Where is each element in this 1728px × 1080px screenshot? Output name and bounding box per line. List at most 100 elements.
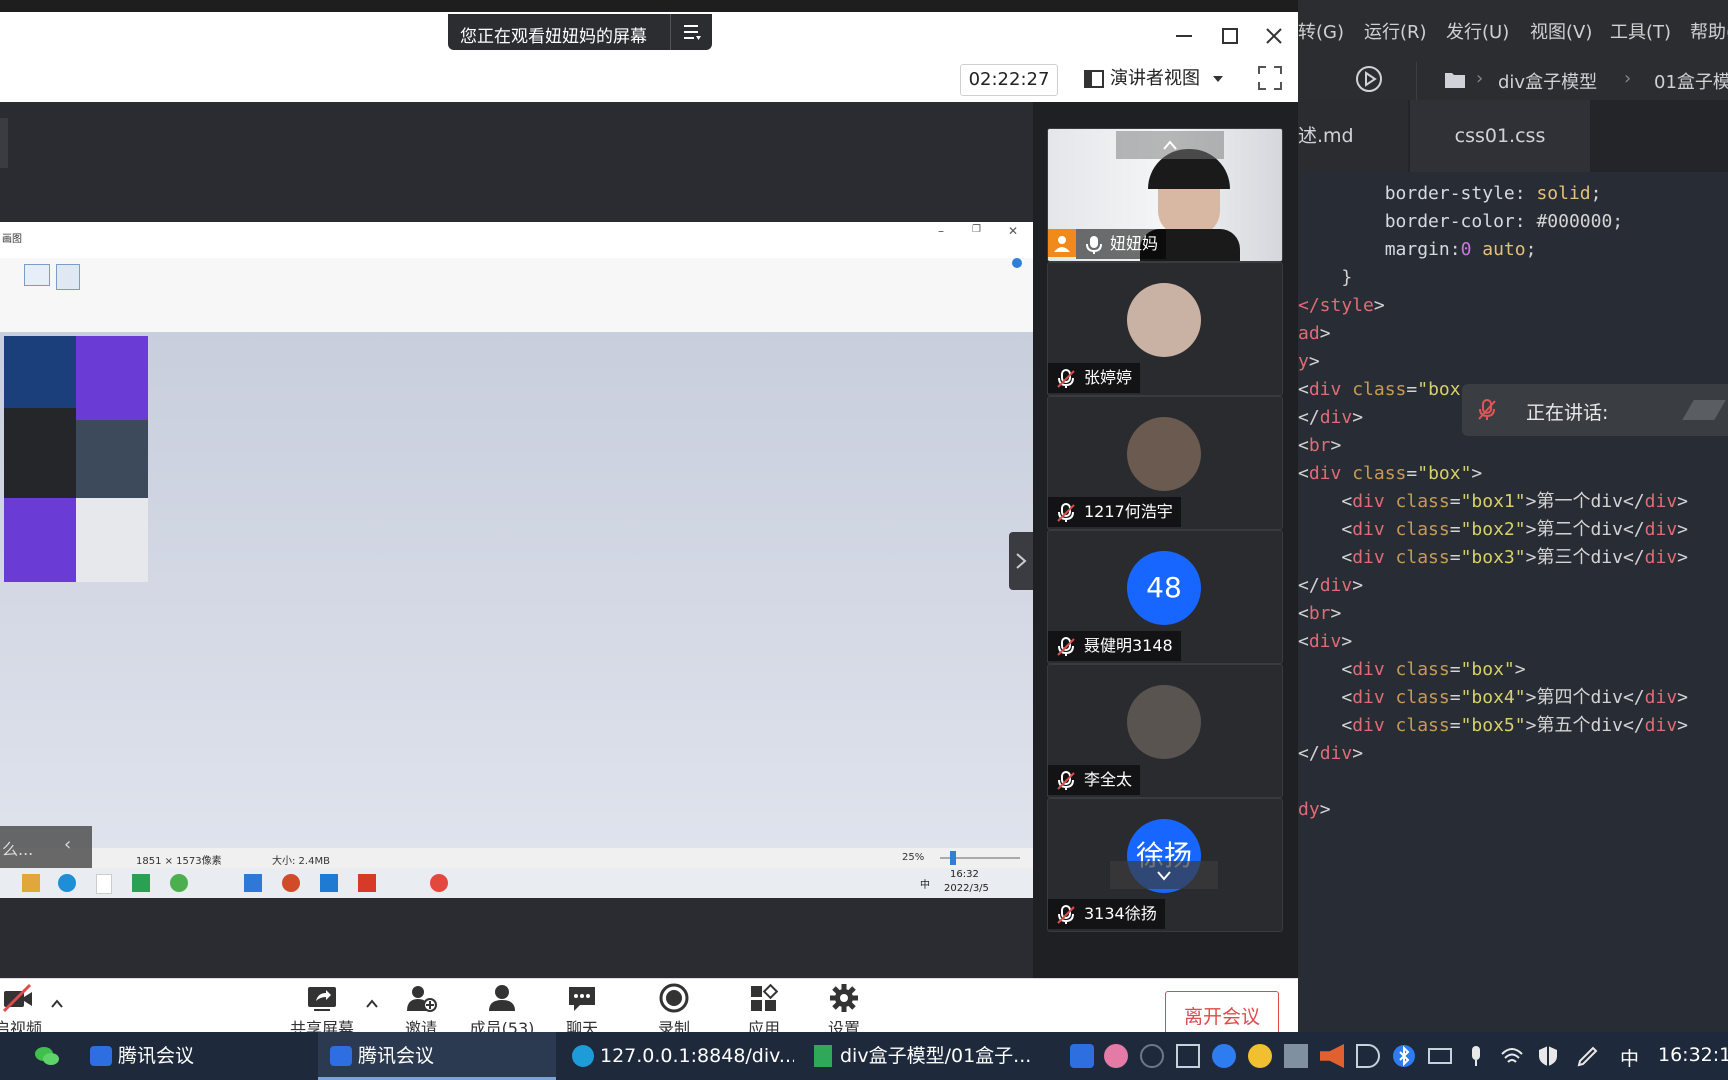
tray-copy-icon[interactable] xyxy=(1176,1044,1200,1068)
tray-network-icon[interactable] xyxy=(1140,1044,1164,1068)
paint-title: 画图 xyxy=(2,234,22,245)
tray-flower-icon[interactable] xyxy=(1104,1044,1128,1068)
menu-icon[interactable] xyxy=(682,23,702,41)
code-line[interactable]: <br> xyxy=(1298,600,1341,628)
code-line[interactable]: <div class="box"> xyxy=(1298,656,1525,684)
share-options-chevron-icon[interactable] xyxy=(365,997,379,1009)
speaker-wave-icon xyxy=(1682,400,1726,420)
code-line[interactable]: border-style: solid; xyxy=(1298,180,1602,208)
fullscreen-tool-icon[interactable] xyxy=(24,264,50,286)
thumbnail-tool-icon[interactable] xyxy=(56,264,80,290)
microphone-icon[interactable] xyxy=(1464,1044,1488,1068)
participant-tile[interactable]: 1217何浩宇 xyxy=(1047,396,1283,530)
bluetooth-icon[interactable] xyxy=(1392,1044,1416,1068)
minimize-icon[interactable] xyxy=(1172,24,1196,48)
taskbar-item[interactable]: 腾讯会议 xyxy=(88,1032,310,1080)
taskbar-item-active[interactable]: 腾讯会议 xyxy=(318,1032,556,1080)
breadcrumb-project[interactable]: div盒子模型 xyxy=(1498,68,1597,94)
taskbar-item[interactable]: div盒子模型/01盒子... xyxy=(810,1032,1036,1080)
menu-run[interactable]: 运行(R) xyxy=(1364,18,1427,44)
speaker-icon[interactable] xyxy=(1356,1044,1380,1068)
code-line[interactable]: <div class="box xyxy=(1298,376,1461,404)
folder-icon xyxy=(1445,73,1465,88)
chevron-right-icon xyxy=(1016,553,1027,569)
editor-tabs: 述.md css01.css xyxy=(1298,100,1728,172)
menu-publish[interactable]: 发行(U) xyxy=(1446,18,1509,44)
settings-button[interactable]: 设置 xyxy=(804,979,884,1038)
code-line[interactable]: <div class="box4">第四个div</div> xyxy=(1298,684,1688,712)
mic-off-icon xyxy=(1057,637,1075,656)
menu-tools[interactable]: 工具(T) xyxy=(1610,18,1671,44)
system-clock[interactable]: 16:32:18 xyxy=(1658,1044,1728,1066)
code-line[interactable]: </div> xyxy=(1298,572,1363,600)
apps-icon xyxy=(751,983,779,1011)
tray-volume-alert-icon[interactable] xyxy=(1320,1044,1344,1068)
code-line[interactable]: </div> xyxy=(1298,404,1363,432)
taskbar-item[interactable]: 127.0.0.1:8848/div... xyxy=(566,1032,794,1080)
wifi-icon[interactable] xyxy=(1500,1044,1524,1068)
members-button[interactable]: 成员(53) xyxy=(462,979,542,1038)
video-options-chevron-icon[interactable] xyxy=(50,997,64,1009)
code-line[interactable]: <br> xyxy=(1298,432,1341,460)
menu-goto[interactable]: 转(G) xyxy=(1298,18,1344,44)
side-panel-hint[interactable]: 么... ‹ xyxy=(0,826,92,868)
pen-icon[interactable] xyxy=(1576,1044,1600,1068)
apps-button[interactable]: 应用 xyxy=(724,979,804,1038)
tray-qq-icon[interactable] xyxy=(1248,1044,1272,1068)
code-line[interactable]: <div class="box1">第一个div</div> xyxy=(1298,488,1688,516)
breadcrumb-file[interactable]: 01盒子模 xyxy=(1654,68,1728,94)
paint-canvas[interactable] xyxy=(0,332,1033,848)
share-screen-button[interactable]: 共享屏幕 xyxy=(282,979,362,1038)
help-icon[interactable] xyxy=(1012,258,1022,268)
participant-namebar: 3134徐扬 xyxy=(1048,899,1165,929)
wechat-icon[interactable] xyxy=(34,1044,60,1068)
code-line[interactable]: <div class="box5">第五个div</div> xyxy=(1298,712,1688,740)
participant-tile[interactable]: 徐扬 3134徐扬 xyxy=(1047,798,1283,932)
paint-restore-icon[interactable]: ❐ xyxy=(972,224,981,235)
invite-button[interactable]: 邀请 xyxy=(381,979,461,1038)
participant-tile[interactable]: 李全太 xyxy=(1047,664,1283,798)
record-button[interactable]: 录制 xyxy=(634,979,714,1038)
participant-tile[interactable]: 妞妞妈 xyxy=(1047,128,1283,262)
shield-icon[interactable] xyxy=(1536,1044,1560,1068)
paint-minimize-icon[interactable]: – xyxy=(938,224,944,238)
mic-off-icon xyxy=(1057,771,1075,790)
maximize-icon[interactable] xyxy=(1218,24,1242,48)
run-icon[interactable] xyxy=(1354,64,1384,94)
code-line[interactable]: dy> xyxy=(1298,796,1331,824)
code-line[interactable]: ad> xyxy=(1298,320,1331,348)
tab-css01[interactable]: css01.css xyxy=(1410,100,1590,172)
participant-tile[interactable]: 张婷婷 xyxy=(1047,262,1283,396)
scroll-up-button[interactable] xyxy=(1116,131,1224,159)
zoom-slider-thumb[interactable] xyxy=(950,851,956,865)
window-titlebar: 您正在观看妞妞妈的屏幕 xyxy=(0,12,1298,58)
code-line[interactable]: </style> xyxy=(1298,292,1385,320)
code-line[interactable]: border-color: #000000; xyxy=(1298,208,1623,236)
code-line[interactable]: y> xyxy=(1298,348,1320,376)
zoom-level: 25% xyxy=(902,852,925,863)
participant-tile[interactable]: 48 聂健明3148 xyxy=(1047,530,1283,664)
code-line[interactable]: margin:0 auto; xyxy=(1298,236,1537,264)
code-line[interactable]: </div> xyxy=(1298,740,1363,768)
code-line[interactable]: <div> xyxy=(1298,628,1352,656)
code-line[interactable]: <div class="box"> xyxy=(1298,460,1482,488)
battery-icon[interactable] xyxy=(1428,1048,1452,1064)
menu-help[interactable]: 帮助( xyxy=(1690,18,1728,44)
view-mode-button[interactable]: 演讲者视图 xyxy=(1072,64,1236,94)
chevron-down-icon xyxy=(1213,76,1223,82)
tab-readme[interactable]: 述.md xyxy=(1298,100,1408,172)
menu-view[interactable]: 视图(V) xyxy=(1530,18,1592,44)
close-icon[interactable] xyxy=(1262,24,1286,48)
ime-indicator[interactable]: 中 xyxy=(1620,1044,1639,1071)
tray-app-icon[interactable] xyxy=(1212,1044,1236,1068)
paint-close-icon[interactable]: ✕ xyxy=(1008,224,1018,238)
code-line[interactable]: <div class="box3">第三个div</div> xyxy=(1298,544,1688,572)
chat-button[interactable]: 聊天 xyxy=(542,979,622,1038)
tray-display-icon[interactable] xyxy=(1284,1044,1308,1068)
collapse-participants-button[interactable] xyxy=(1009,532,1033,590)
scroll-down-button[interactable] xyxy=(1110,861,1218,889)
code-line[interactable]: <div class="box2">第二个div</div> xyxy=(1298,516,1688,544)
code-line[interactable]: } xyxy=(1298,264,1352,292)
fullscreen-icon[interactable] xyxy=(1256,64,1284,92)
tray-meeting-icon[interactable] xyxy=(1070,1044,1094,1068)
